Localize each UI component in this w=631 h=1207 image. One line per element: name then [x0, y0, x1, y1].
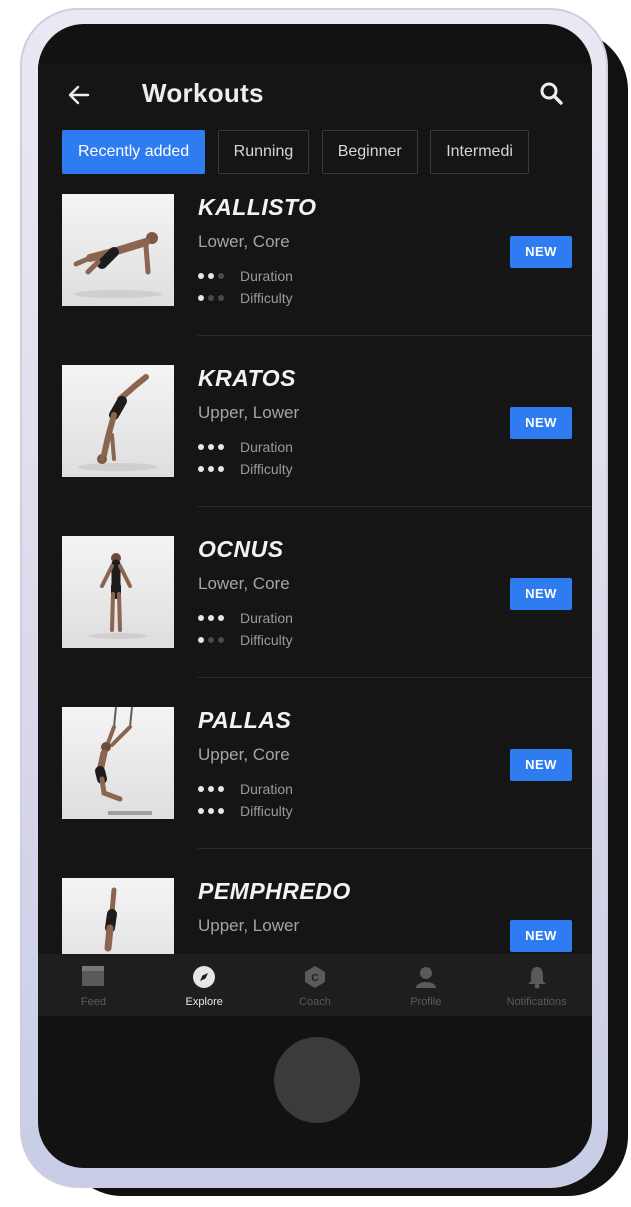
duration-meter: Duration	[198, 437, 293, 457]
difficulty-label: Difficulty	[240, 803, 293, 819]
difficulty-label: Difficulty	[240, 290, 293, 306]
profile-icon	[415, 967, 436, 988]
workout-thumbnail	[62, 536, 174, 648]
chip-running[interactable]: Running	[217, 130, 310, 174]
chip-beginner[interactable]: Beginner	[321, 130, 418, 174]
workout-card-ocnus[interactable]: OCNUS Lower, Core Duration Difficulty NE…	[38, 536, 592, 707]
coach-icon: C	[304, 966, 325, 988]
workout-card-pallas[interactable]: PALLAS Upper, Core Duration Difficulty N…	[38, 707, 592, 878]
duration-label: Duration	[240, 781, 293, 797]
divider	[198, 848, 592, 849]
duration-label: Duration	[240, 610, 293, 626]
workout-card-kallisto[interactable]: KALLISTO Lower, Core Duration Difficulty…	[38, 194, 592, 365]
divider	[198, 506, 592, 507]
difficulty-dots	[198, 808, 240, 814]
compass-icon	[193, 966, 216, 988]
nav-coach[interactable]: C Coach	[260, 954, 371, 1016]
duration-label: Duration	[240, 268, 293, 284]
workout-name: PEMPHREDO	[198, 878, 351, 904]
top-bar: Workouts	[38, 64, 592, 128]
workout-list: KALLISTO Lower, Core Duration Difficulty…	[38, 194, 592, 954]
difficulty-meter: Difficulty	[198, 801, 293, 821]
workout-tags: Upper, Lower	[198, 916, 300, 935]
difficulty-meter: Difficulty	[198, 459, 293, 479]
difficulty-dots	[198, 295, 240, 301]
workout-thumbnail	[62, 365, 174, 477]
difficulty-label: Difficulty	[240, 461, 293, 477]
workout-card-pemphredo[interactable]: PEMPHREDO Upper, Lower NEW	[38, 878, 592, 954]
difficulty-meter: Difficulty	[198, 288, 293, 308]
filter-chips: Recently added Running Beginner Intermed…	[62, 130, 592, 174]
workout-name: OCNUS	[198, 536, 284, 562]
duration-dots	[198, 444, 240, 450]
difficulty-dots	[198, 466, 240, 472]
duration-dots	[198, 615, 240, 621]
workout-name: KRATOS	[198, 365, 296, 391]
nav-feed[interactable]: Feed	[38, 954, 149, 1016]
duration-label: Duration	[240, 439, 293, 455]
chip-recently-added[interactable]: Recently added	[62, 130, 206, 174]
new-badge: NEW	[510, 578, 572, 610]
difficulty-label: Difficulty	[240, 632, 293, 648]
nav-label: Explore	[185, 996, 223, 1008]
workout-tags: Lower, Core	[198, 232, 290, 251]
new-badge: NEW	[510, 236, 572, 268]
bell-icon	[527, 967, 546, 989]
workout-tags: Lower, Core	[198, 574, 290, 593]
page-title: Workouts	[142, 78, 264, 108]
arrow-left-icon[interactable]	[66, 82, 92, 108]
divider	[198, 677, 592, 678]
home-button[interactable]	[274, 1037, 360, 1123]
new-badge: NEW	[510, 920, 572, 952]
nav-explore[interactable]: Explore	[149, 954, 260, 1016]
workout-name: KALLISTO	[198, 194, 317, 220]
duration-meter: Duration	[198, 266, 293, 286]
nav-profile[interactable]: Profile	[370, 954, 481, 1016]
new-badge: NEW	[510, 749, 572, 781]
phone: Workouts Recently added Running Beginner…	[38, 24, 592, 1168]
nav-label: Notifications	[506, 996, 567, 1008]
nav-label: Feed	[80, 996, 106, 1008]
chip-intermediate[interactable]: Intermedi	[430, 130, 529, 174]
divider	[198, 335, 592, 336]
bottom-navigation: Feed Explore C Coach Profile Notificatio…	[38, 954, 592, 1016]
nav-notifications[interactable]: Notifications	[481, 954, 592, 1016]
duration-dots	[198, 273, 240, 279]
workout-thumbnail	[62, 194, 174, 306]
difficulty-dots	[198, 637, 240, 643]
feed-icon	[82, 966, 105, 986]
nav-label: Coach	[299, 996, 331, 1008]
duration-meter: Duration	[198, 779, 293, 799]
new-badge: NEW	[510, 407, 572, 439]
duration-meter: Duration	[198, 608, 293, 628]
workout-tags: Upper, Core	[198, 745, 290, 764]
search-icon[interactable]	[538, 80, 566, 108]
nav-label: Profile	[410, 996, 442, 1008]
workout-tags: Upper, Lower	[198, 403, 300, 422]
duration-dots	[198, 786, 240, 792]
workout-thumbnail	[62, 707, 174, 819]
workout-name: PALLAS	[198, 707, 292, 733]
workout-thumbnail	[62, 878, 174, 954]
difficulty-meter: Difficulty	[198, 630, 293, 650]
svg-text:C: C	[311, 973, 318, 984]
app-screen: Workouts Recently added Running Beginner…	[38, 64, 592, 1016]
workout-card-kratos[interactable]: KRATOS Upper, Lower Duration Difficulty …	[38, 365, 592, 536]
